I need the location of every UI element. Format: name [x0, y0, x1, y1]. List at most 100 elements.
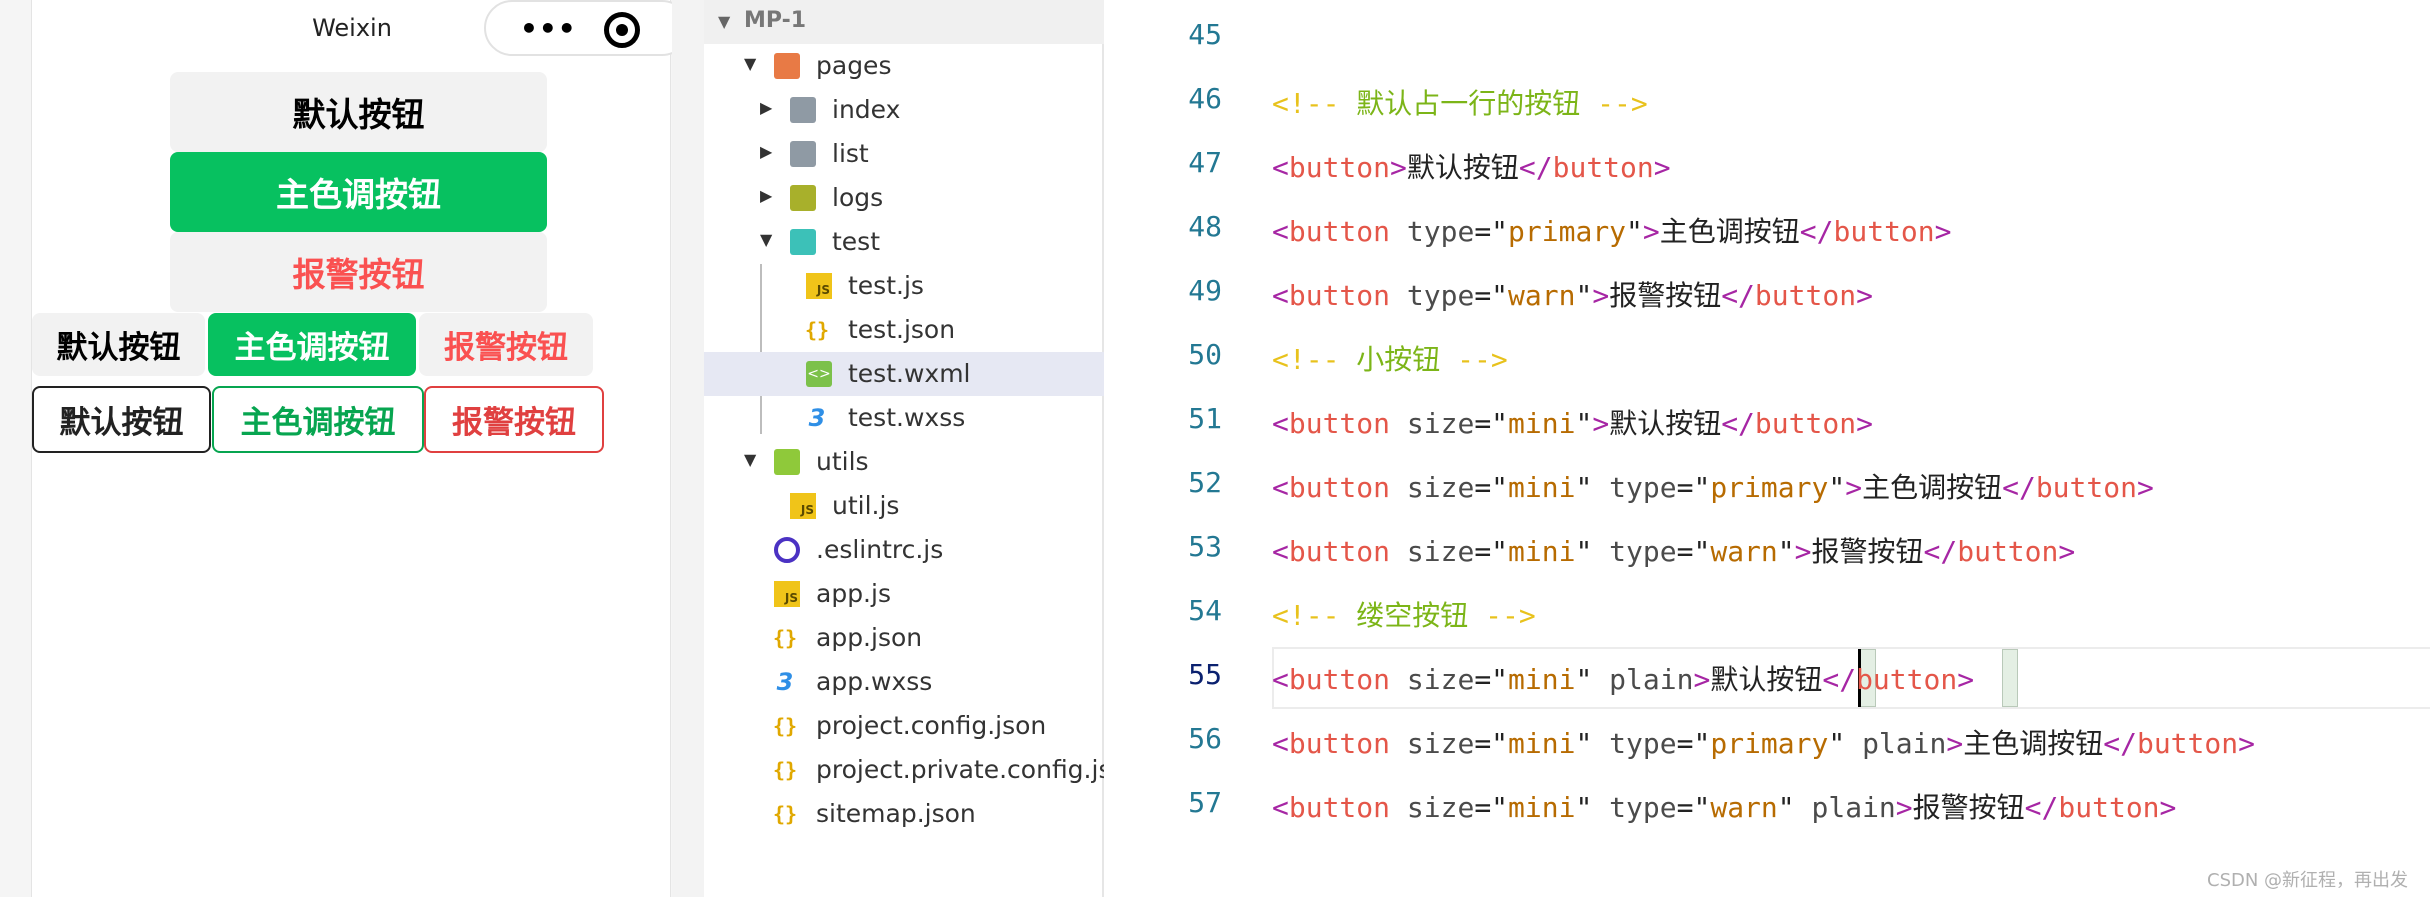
code-token: mini — [1508, 727, 1576, 760]
folder-open-icon — [774, 449, 800, 475]
code-token: 报警按钮 — [1609, 279, 1722, 312]
code-line[interactable]: <button type="warn">报警按钮</button> — [1272, 274, 1873, 314]
folder-open-icon — [790, 229, 816, 255]
code-token: > — [1693, 663, 1711, 696]
code-token: size — [1390, 535, 1475, 568]
code-token: < — [1272, 727, 1289, 760]
collapsed-arrow-icon: ▶ — [760, 186, 773, 205]
tree-item-test-wxml[interactable]: <> test.wxml — [704, 352, 1104, 396]
tree-item-pages[interactable]: ▼ pages — [704, 44, 1104, 88]
tree-item-app-wxss[interactable]: 3 app.wxss — [704, 660, 1104, 704]
tree-item-label: util.js — [832, 491, 900, 520]
tree-item-index[interactable]: ▶ index — [704, 88, 1104, 132]
tree-item-sitemap[interactable]: {} sitemap.json — [704, 792, 1104, 836]
code-token: warn — [1710, 535, 1778, 568]
panel-divider[interactable] — [672, 0, 704, 897]
code-line[interactable]: <button type="primary">主色调按钮</button> — [1272, 210, 1952, 250]
primary-button-plain[interactable]: 主色调按钮 — [212, 386, 424, 453]
code-line[interactable]: <button size="mini" type="primary" plain… — [1272, 722, 2255, 762]
code-token: button — [1288, 791, 1391, 824]
tree-item-label: app.json — [816, 623, 923, 652]
target-icon[interactable] — [604, 12, 640, 48]
line-number: 52 — [1188, 466, 1222, 499]
tree-item-app-js[interactable]: JS app.js — [704, 572, 1104, 616]
code-token: " — [1575, 279, 1593, 312]
default-button-plain[interactable]: 默认按钮 — [32, 386, 211, 453]
code-token: > — [1856, 279, 1873, 312]
code-token: =" — [1474, 407, 1509, 440]
code-token: " — [1828, 471, 1846, 504]
tree-item-util-js[interactable]: JS util.js — [704, 484, 1104, 528]
tree-item-project-private-config[interactable]: {} project.private.config.js... — [704, 748, 1135, 792]
code-token: mini — [1508, 471, 1576, 504]
code-token: </ — [1822, 663, 1857, 696]
code-line[interactable]: <button size="mini" type="primary">主色调按钮… — [1272, 466, 2154, 506]
default-button-mini[interactable]: 默认按钮 — [32, 313, 205, 376]
code-token: </ — [1799, 215, 1834, 248]
code-token: " — [1777, 791, 1795, 824]
code-token: > — [2136, 471, 2154, 504]
code-token: > — [1845, 471, 1863, 504]
code-token: button — [1288, 215, 1391, 248]
project-name: MP-1 — [744, 8, 807, 33]
code-line[interactable]: <button size="mini">默认按钮</button> — [1272, 402, 1873, 442]
default-button-large[interactable]: 默认按钮 — [170, 72, 547, 152]
tree-item-test-json[interactable]: {} test.json — [704, 308, 1104, 352]
tree-item-label: project.private.config.js... — [816, 755, 1136, 784]
tree-item-utils[interactable]: ▼ utils — [704, 440, 1104, 484]
code-token: <!-- — [1272, 599, 1357, 632]
json-file-icon: {} — [772, 714, 798, 738]
code-token: --> — [1468, 599, 1536, 632]
code-token: " — [1575, 663, 1593, 696]
watermark: CSDN @新征程，再出发 — [2207, 870, 2409, 891]
primary-button-large[interactable]: 主色调按钮 — [170, 152, 547, 232]
code-token: button — [2136, 727, 2239, 760]
code-token: " — [1626, 215, 1643, 248]
code-token: > — [1946, 727, 1964, 760]
tree-item-test-wxss[interactable]: 3 test.wxss — [704, 396, 1104, 440]
warn-button-plain[interactable]: 报警按钮 — [424, 386, 604, 453]
code-token: type — [1592, 791, 1677, 824]
tree-item-app-json[interactable]: {} app.json — [704, 616, 1104, 660]
code-token: 小按钮 — [1356, 343, 1441, 376]
tree-item-logs[interactable]: ▶ logs — [704, 176, 1104, 220]
code-line[interactable]: <button size="mini" type="warn" plain>报警… — [1272, 786, 2176, 826]
more-dots-icon[interactable]: ••• — [520, 12, 577, 45]
code-line[interactable]: <button>默认按钮</button> — [1272, 146, 1671, 186]
tree-item-list[interactable]: ▶ list — [704, 132, 1104, 176]
project-header[interactable]: ▼ MP-1 — [704, 0, 1104, 44]
warn-button-mini[interactable]: 报警按钮 — [419, 313, 593, 376]
tree-item-label: test.json — [848, 315, 956, 344]
code-token: size — [1390, 791, 1475, 824]
line-number: 46 — [1188, 82, 1222, 115]
expanded-arrow-icon: ▼ — [744, 54, 757, 73]
code-line[interactable]: <!-- 默认占一行的按钮 --> — [1272, 82, 1648, 122]
tree-item-label: project.config.json — [816, 711, 1047, 740]
code-token: " — [1575, 791, 1593, 824]
code-line[interactable]: <button size="mini" type="warn">报警按钮</bu… — [1272, 530, 2075, 570]
tree-item-project-config[interactable]: {} project.config.json — [704, 704, 1104, 748]
code-token: =" — [1474, 471, 1509, 504]
folder-icon — [790, 97, 816, 123]
code-line[interactable]: <!-- 小按钮 --> — [1272, 338, 1508, 378]
code-token: > — [1592, 407, 1610, 440]
line-number: 56 — [1188, 722, 1222, 755]
code-token: warn — [1710, 791, 1778, 824]
code-token: < — [1272, 279, 1289, 312]
collapse-caret-icon[interactable]: ▼ — [718, 12, 730, 31]
warn-button-large[interactable]: 报警按钮 — [170, 232, 547, 312]
code-token: < — [1272, 407, 1289, 440]
tree-item-eslintrc[interactable]: .eslintrc.js — [704, 528, 1104, 572]
code-token: < — [1272, 215, 1289, 248]
code-token: > — [1934, 215, 1952, 248]
menu-capsule[interactable]: ••• — [484, 0, 690, 56]
code-token: =" — [1474, 215, 1509, 248]
tree-item-test-js[interactable]: JS test.js — [704, 264, 1104, 308]
code-token: primary — [1710, 471, 1829, 504]
code-line[interactable]: <button size="mini" plain>默认按钮</button> — [1272, 658, 1974, 698]
primary-button-mini[interactable]: 主色调按钮 — [208, 313, 416, 376]
code-line[interactable]: <!-- 缕空按钮 --> — [1272, 594, 1536, 634]
code-editor[interactable]: 45 46 <!-- 默认占一行的按钮 --> 47 <button>默认按钮</but… — [1104, 0, 2430, 897]
code-token: > — [1390, 151, 1407, 184]
tree-item-test[interactable]: ▼ test — [704, 220, 1104, 264]
